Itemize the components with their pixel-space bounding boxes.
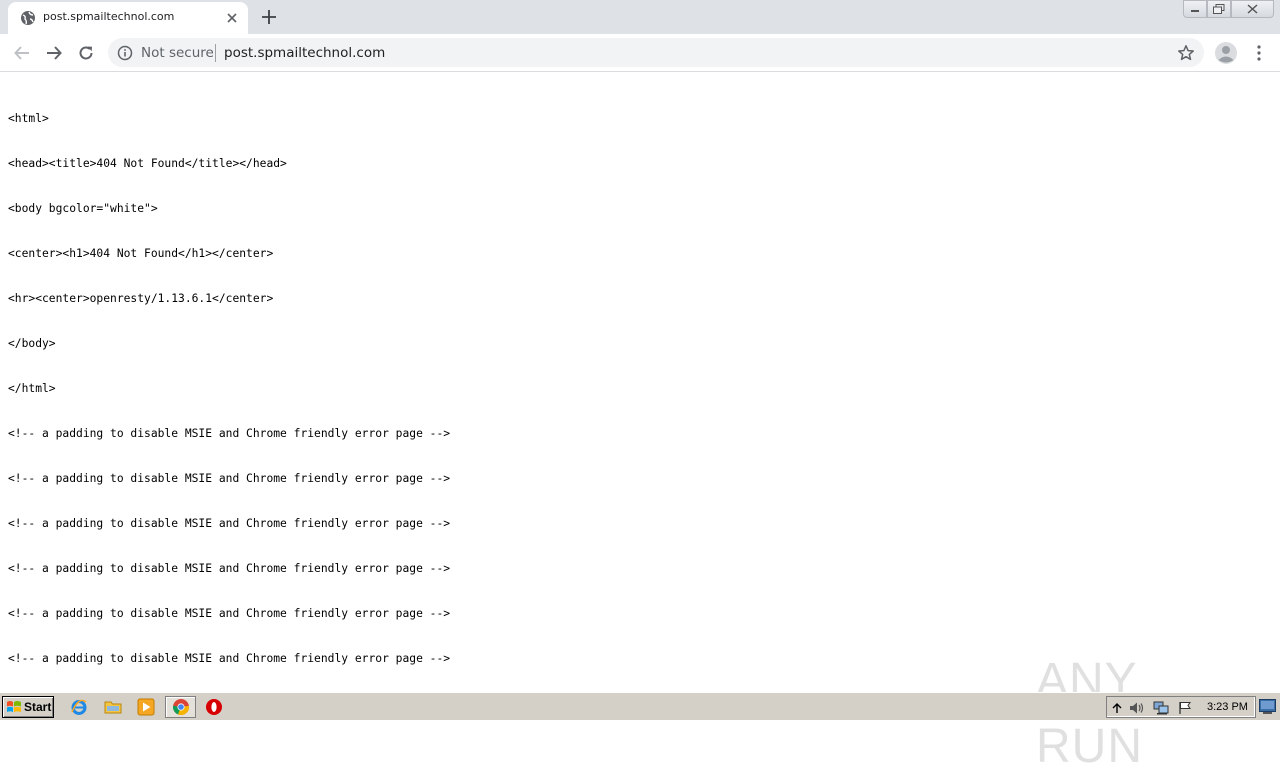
clock[interactable]: 3:23 PM — [1207, 701, 1248, 713]
source-line: <html> — [8, 112, 49, 125]
address-bar[interactable]: Not secure post.spmailtechnol.com — [108, 38, 1204, 67]
tab-strip: post.spmailtechnol.com — [0, 0, 1280, 34]
kebab-menu-icon — [1257, 45, 1261, 61]
reload-button[interactable] — [73, 40, 99, 66]
source-line: <head><title>404 Not Found</title></head… — [8, 157, 287, 170]
back-button[interactable] — [9, 40, 35, 66]
start-button[interactable]: Start — [2, 696, 54, 718]
browser-toolbar: Not secure post.spmailtechnol.com — [0, 34, 1280, 72]
source-line: <!-- a padding to disable MSIE and Chrom… — [8, 472, 451, 485]
forward-button[interactable] — [41, 40, 67, 66]
source-line: <!-- a padding to disable MSIE and Chrom… — [8, 517, 451, 530]
url-text[interactable]: post.spmailtechnol.com — [224, 45, 385, 61]
security-label[interactable]: Not secure — [141, 45, 214, 61]
source-line: <!-- a padding to disable MSIE and Chrom… — [8, 652, 451, 665]
minimize-icon — [1191, 10, 1199, 12]
show-hidden-icons-arrow[interactable] — [1109, 700, 1125, 716]
globe-icon — [20, 10, 36, 26]
source-line: <!-- a padding to disable MSIE and Chrom… — [8, 607, 451, 620]
minimize-button[interactable] — [1183, 0, 1207, 18]
close-icon[interactable] — [224, 10, 240, 26]
system-tray: 3:23 PM — [1106, 696, 1256, 718]
source-line: <!-- a padding to disable MSIE and Chrom… — [8, 427, 451, 440]
omnibox-divider — [215, 44, 216, 62]
source-line: <body bgcolor="white"> — [8, 202, 158, 215]
arrow-left-icon — [14, 46, 29, 60]
taskbar: Start 3:23 PM — [0, 692, 1280, 720]
internet-explorer-icon[interactable] — [67, 696, 91, 718]
restore-button[interactable] — [1207, 0, 1231, 18]
plus-icon — [262, 10, 276, 24]
close-window-icon — [1247, 4, 1258, 14]
arrow-right-icon — [47, 46, 62, 60]
source-line: <!-- a padding to disable MSIE and Chrom… — [8, 562, 451, 575]
reload-icon — [79, 46, 93, 60]
chrome-icon[interactable] — [165, 696, 196, 718]
source-line: <center><h1>404 Not Found</h1></center> — [8, 247, 274, 260]
star-icon[interactable] — [1177, 44, 1195, 62]
network-icon[interactable] — [1153, 700, 1169, 716]
windows-logo-icon — [7, 701, 21, 712]
new-tab-button[interactable] — [258, 6, 280, 28]
source-line: </body> — [8, 337, 56, 350]
close-window-button[interactable] — [1231, 0, 1274, 18]
chrome-menu-button[interactable] — [1250, 41, 1268, 65]
avatar-icon — [1215, 42, 1237, 64]
action-center-flag-icon[interactable] — [1177, 700, 1193, 716]
folder-icon[interactable] — [101, 696, 125, 718]
media-player-icon[interactable] — [134, 696, 158, 718]
opera-icon[interactable] — [202, 696, 226, 718]
tab-title: post.spmailtechnol.com — [43, 10, 175, 23]
source-line: <hr><center>openresty/1.13.6.1</center> — [8, 292, 274, 305]
info-icon[interactable] — [117, 45, 133, 61]
source-line: </html> — [8, 382, 56, 395]
show-desktop-button[interactable] — [1259, 699, 1276, 714]
browser-tab[interactable]: post.spmailtechnol.com — [8, 2, 248, 34]
page-content: <html> <head><title>404 Not Found</title… — [0, 73, 1280, 773]
page-source: <html> <head><title>404 Not Found</title… — [8, 81, 450, 696]
start-label: Start — [24, 700, 52, 714]
profile-button[interactable] — [1214, 41, 1238, 65]
volume-icon[interactable] — [1129, 700, 1145, 716]
restore-icon — [1213, 4, 1225, 14]
